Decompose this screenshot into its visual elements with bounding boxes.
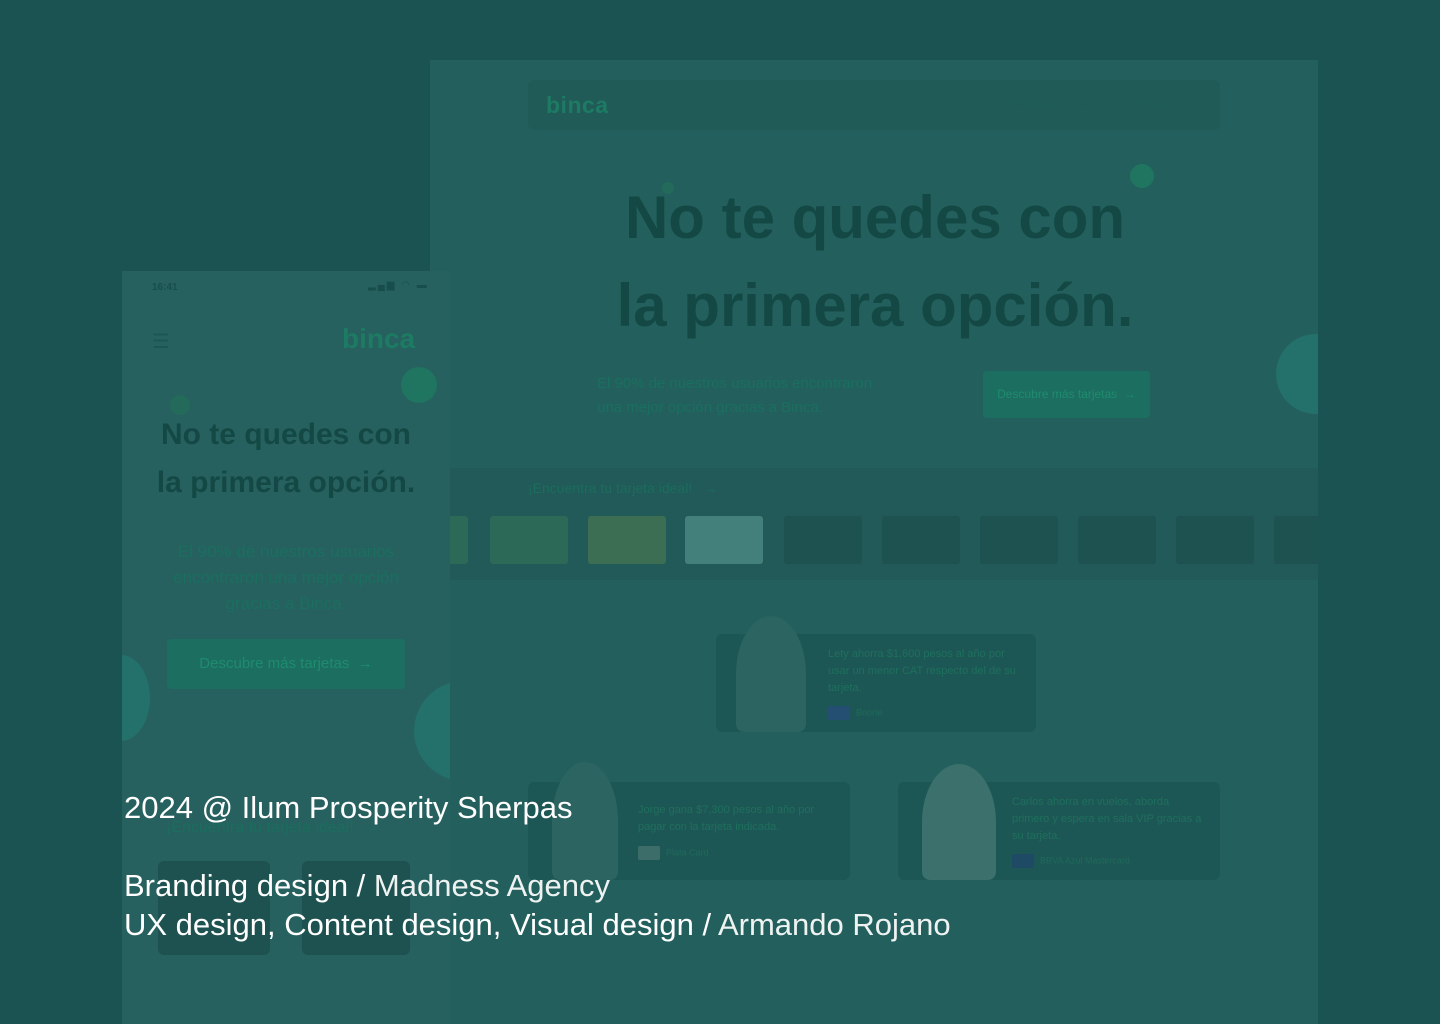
testimonial-text: Lety ahorra $1,600 pesos al año por usar…: [828, 648, 1016, 694]
arrow-right-icon: →: [696, 480, 718, 496]
subtext-line: gracias a Binca.: [225, 594, 347, 613]
card-thumbnail[interactable]: [784, 516, 862, 564]
person-photo: [736, 616, 806, 732]
discover-cards-button[interactable]: Descubre más tarjetas →: [983, 371, 1150, 418]
status-time: 16:41: [152, 282, 178, 293]
card-chip: Plata Card: [638, 846, 709, 860]
card-chip: Bnorte: [828, 706, 883, 720]
subtext-line: encontraron una mejor opción: [173, 568, 399, 587]
battery-icon: ▬: [416, 280, 429, 291]
hamburger-menu-icon[interactable]: ☰: [152, 329, 170, 354]
decor-circle: [414, 681, 450, 781]
card-thumbnail[interactable]: [1176, 516, 1254, 564]
card-icon: [638, 846, 660, 860]
headline-line: No te quedes con: [160, 418, 412, 451]
hero-headline-2: la primera opción.: [616, 272, 1134, 339]
branding-agency: Madness Agency: [373, 868, 610, 903]
cards-band: ¡Encuentra tu tarjeta ideal! →: [430, 468, 1318, 580]
discover-cards-label: Descubre más tarjetas: [199, 655, 350, 672]
card-thumbnail[interactable]: [980, 516, 1058, 564]
arrow-right-icon: →: [1120, 387, 1136, 401]
credits-year: 2024 @ Ilum Prosperity Sherpas: [124, 790, 573, 825]
credits-ux: UX design, Content design, Visual design…: [124, 905, 951, 944]
hero-headline: No te quedes con: [624, 184, 1126, 251]
testimonial-text: Jorge gana $7,300 pesos al año por pagar…: [638, 804, 815, 833]
card-chip-label: BBVA Azul Mastercard: [1040, 855, 1130, 866]
subtext-line: El 90% de nuestros usuarios: [177, 542, 395, 561]
binca-logo[interactable]: binca: [546, 92, 609, 119]
card-thumbnail[interactable]: [490, 516, 568, 564]
find-card-link[interactable]: ¡Encuentra tu tarjeta ideal! →: [528, 480, 718, 496]
branding-role: Branding design /: [124, 868, 374, 903]
discover-cards-label: Descubre más tarjetas: [997, 387, 1118, 401]
card-thumbnail[interactable]: [882, 516, 960, 564]
testimonial-text: Carlos ahorra en vuelos, aborda primero …: [1012, 796, 1202, 842]
status-icons: ▂▄▆ ◠ ▬: [368, 280, 429, 291]
card-thumbnail[interactable]: [1274, 516, 1318, 564]
hero-subtext: El 90% de nuestros usuarios encontraron …: [597, 372, 937, 420]
hero-subtext-line: una mejor opción gracias a Binca.: [597, 399, 823, 416]
arrow-right-icon: →: [353, 655, 373, 672]
testimonial-card: Carlos ahorra en vuelos, aborda primero …: [898, 764, 1220, 880]
credits-branding: Branding design / Madness Agency: [124, 866, 610, 905]
testimonial-card: Lety ahorra $1,600 pesos al año por usar…: [716, 616, 1036, 732]
mobile-hero-subtext: El 90% de nuestros usuarios encontraron …: [142, 539, 430, 617]
signal-icon: ▂▄▆: [368, 280, 397, 291]
card-chip: BBVA Azul Mastercard: [1012, 854, 1130, 868]
card-icon: [1012, 854, 1034, 868]
headline-line: la primera opción.: [156, 466, 416, 499]
card-chip-label: Plata Card: [666, 847, 709, 858]
person-photo: [922, 764, 996, 880]
card-icon: [828, 706, 850, 720]
mobile-discover-cards-button[interactable]: Descubre más tarjetas →: [167, 639, 405, 689]
top-nav: binca Productos Comparador de tarjetas: [528, 80, 1220, 130]
ux-role: UX design, Content design, Visual design…: [124, 907, 718, 942]
nav-productos[interactable]: Productos: [1004, 98, 1054, 110]
decor-circle: [122, 655, 150, 741]
hero-subtext-line: El 90% de nuestros usuarios encontraron: [597, 375, 873, 392]
find-card-label: ¡Encuentra tu tarjeta ideal!: [528, 480, 693, 496]
wifi-icon: ◠: [401, 280, 412, 291]
mobile-hero-headline: No te quedes con la primera opción.: [122, 411, 450, 507]
card-thumbnail[interactable]: [588, 516, 666, 564]
ux-designer: Armando Rojano: [717, 907, 951, 942]
card-thumbnail[interactable]: [685, 516, 763, 564]
card-chip-label: Bnorte: [856, 707, 883, 718]
decor-circle: [401, 367, 437, 403]
binca-logo[interactable]: binca: [342, 323, 415, 355]
nav-comparador[interactable]: Comparador de tarjetas: [1073, 98, 1189, 110]
decor-circle: [1276, 334, 1318, 414]
card-thumbnail[interactable]: [1078, 516, 1156, 564]
